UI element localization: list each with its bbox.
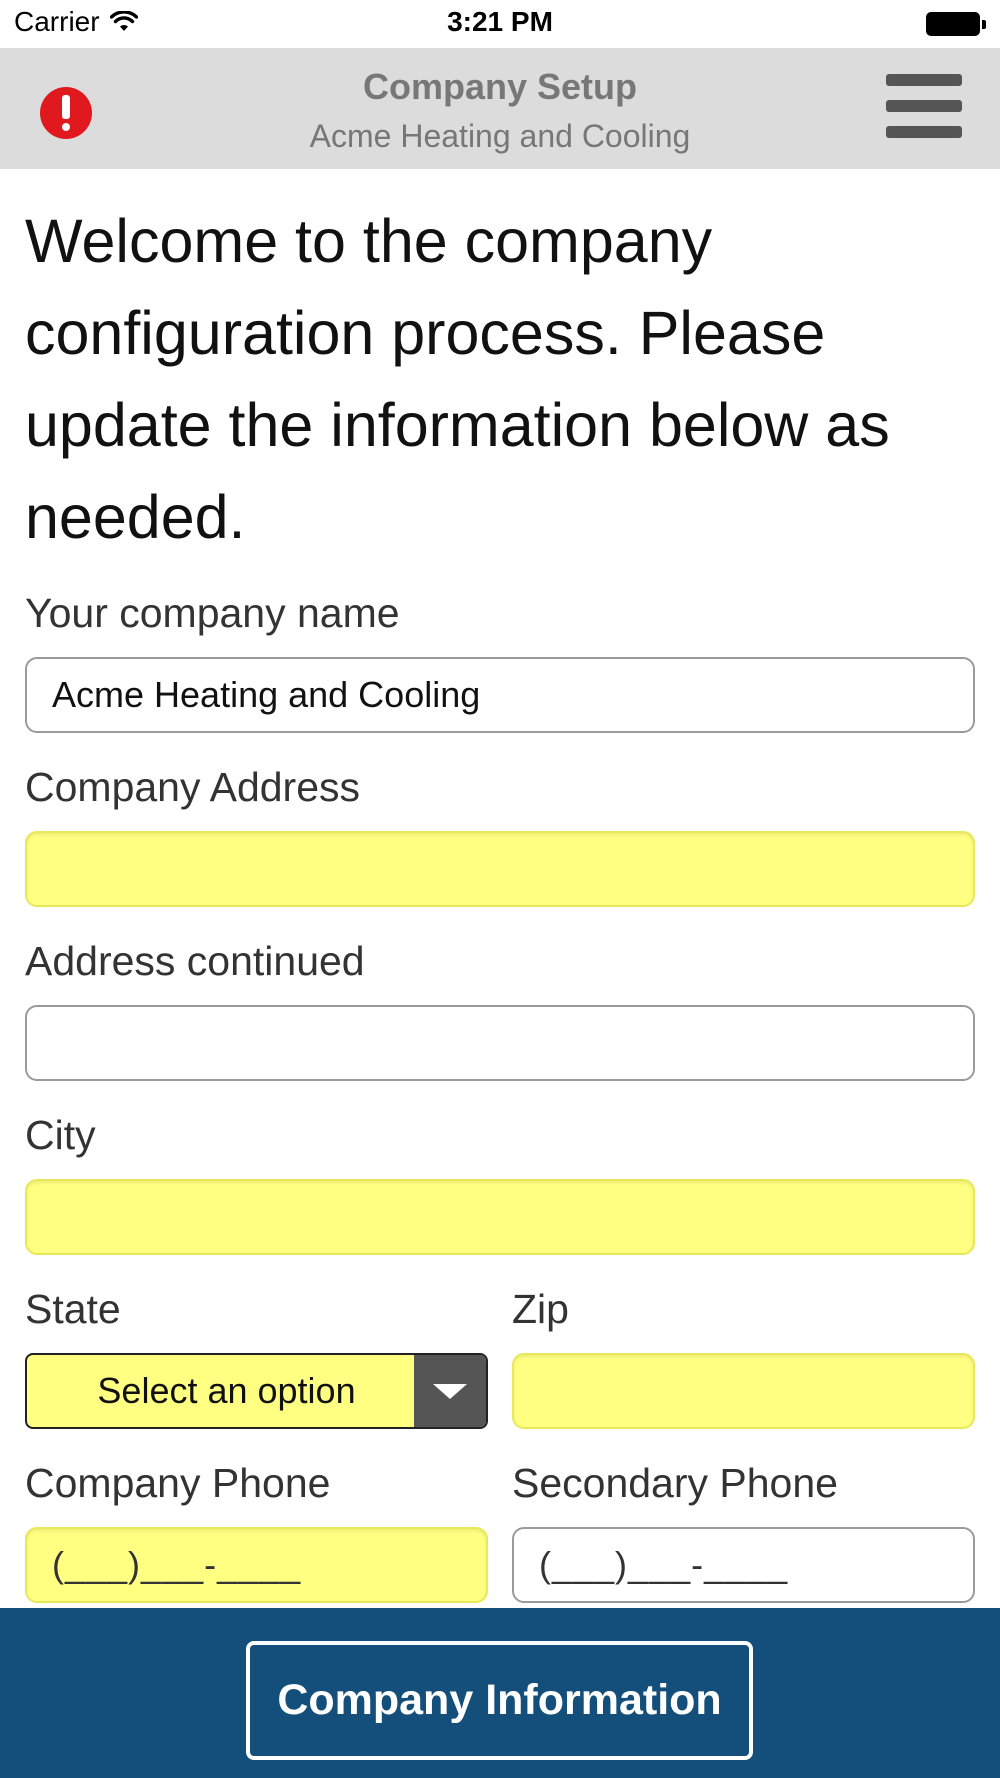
company-address-label: Company Address [25,764,361,810]
hamburger-menu-icon[interactable] [886,74,964,140]
battery-icon [926,12,986,36]
page-subtitle: Acme Heating and Cooling [309,118,691,154]
zip-label: Zip [512,1286,569,1332]
secondary-phone-value: (___)___-____ [539,1544,789,1585]
company-phone-input[interactable]: (___)___-____ [25,1527,488,1603]
city-label: City [25,1112,96,1158]
company-phone-value: (___)___-____ [52,1544,302,1585]
company-phone-label: Company Phone [25,1460,331,1506]
company-name-label: Your company name [25,590,400,636]
company-address-input[interactable] [25,831,975,907]
footer-bar: Company Information [0,1608,1000,1778]
company-name-value: Acme Heating and Cooling [52,674,481,715]
state-label: State [25,1286,121,1332]
app-header: Company Setup Acme Heating and Cooling [0,48,1000,169]
address-continued-label: Address continued [25,938,365,984]
company-information-button[interactable]: Company Information [246,1641,753,1760]
zip-input[interactable] [512,1353,975,1429]
chevron-down-icon[interactable] [414,1355,486,1427]
city-input[interactable] [25,1179,975,1255]
page-title: Company Setup [362,66,638,107]
secondary-phone-input[interactable]: (___)___-____ [512,1527,975,1603]
status-bar: Carrier 3:21 PM [0,0,1000,48]
welcome-message: Welcome to the company configuration pro… [25,207,890,551]
company-name-input[interactable]: Acme Heating and Cooling [25,657,975,733]
state-select[interactable]: Select an option [25,1353,488,1429]
address-continued-input[interactable] [25,1005,975,1081]
clock: 3:21 PM [447,6,553,37]
secondary-phone-label: Secondary Phone [512,1460,838,1506]
